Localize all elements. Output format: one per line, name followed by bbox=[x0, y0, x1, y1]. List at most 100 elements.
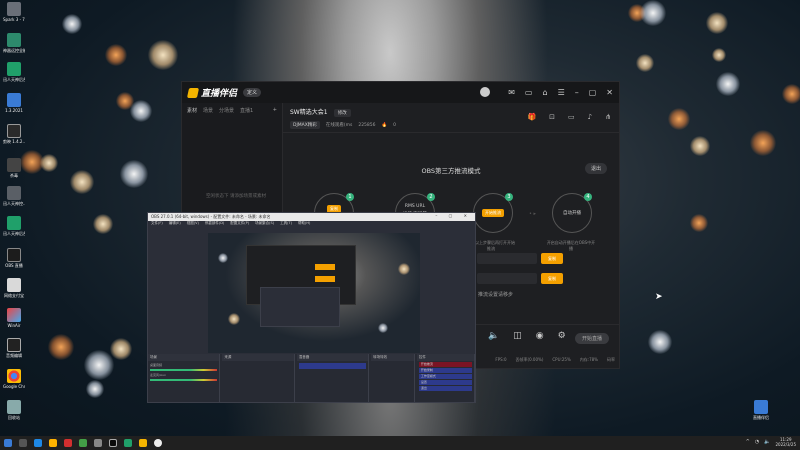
menu-help[interactable]: 帮助(H) bbox=[298, 221, 310, 227]
app-icon bbox=[7, 186, 21, 200]
bokeh-light bbox=[640, 0, 666, 26]
desktop-icon[interactable]: 剪映 1.4.2... bbox=[3, 124, 25, 144]
desktop-icon[interactable]: Spark 3 - 7.3.0 (U... bbox=[3, 2, 25, 22]
clock[interactable]: 11:29 2022/3/25 bbox=[775, 437, 796, 447]
obs-preview[interactable] bbox=[208, 233, 420, 353]
stream-key-field[interactable] bbox=[477, 273, 537, 284]
app-icon[interactable] bbox=[154, 439, 162, 447]
start-icon[interactable] bbox=[4, 439, 12, 447]
copy-key-button-2[interactable]: 复制 bbox=[541, 273, 563, 284]
version-badge[interactable]: 定义 bbox=[243, 88, 262, 97]
desktop-icon[interactable]: 杀毒 bbox=[3, 158, 25, 178]
tab-material[interactable]: 素材 bbox=[187, 107, 197, 114]
taskbar bbox=[0, 436, 800, 450]
desktop-icon[interactable]: 神器远控全能机 bbox=[3, 33, 25, 53]
window-controls: ✉ ▭ ⌂ ☰ – ▢ ✕ bbox=[480, 87, 613, 97]
desktop-icon[interactable]: 回收站 bbox=[3, 400, 25, 420]
desktop-icon[interactable]: Google Chrome bbox=[3, 369, 25, 389]
menu-tools[interactable]: 工具(T) bbox=[280, 221, 292, 227]
dropframe-stat: 丢帧率(0.00%) bbox=[515, 357, 544, 362]
start-recording-button[interactable]: 开始录制 bbox=[418, 368, 472, 373]
tray-arrow-icon[interactable]: ^ bbox=[746, 439, 750, 445]
obs-menubar: 文件(F) 编辑(E) 视图(V) 停靠部件(D) 配置文件(P) 场景集合(S… bbox=[148, 221, 475, 227]
window-icon[interactable]: ▭ bbox=[568, 113, 575, 121]
desktop-icon[interactable]: WinAir bbox=[3, 308, 25, 328]
mail-icon[interactable]: ✉ bbox=[508, 88, 515, 97]
camera-icon[interactable]: ◫ bbox=[513, 331, 522, 341]
menu-docks[interactable]: 停靠部件(D) bbox=[205, 221, 224, 227]
desktop-icon[interactable]: 迅人天神控... bbox=[3, 186, 25, 206]
live-companion-icon[interactable] bbox=[139, 439, 147, 447]
category-tag[interactable]: DJMAX精彩 bbox=[290, 121, 320, 129]
gift-icon[interactable]: ⌂ bbox=[542, 88, 547, 97]
dock-title: 场景 bbox=[148, 354, 220, 361]
empty-hint: 空闲状态下 请添加场景或素材 bbox=[206, 194, 266, 199]
app-title: 直播伴侣 bbox=[201, 89, 238, 99]
nested-obs bbox=[260, 287, 340, 327]
menu-file[interactable]: 文件(F) bbox=[151, 221, 163, 227]
desktop-icon[interactable]: 直播伴侣 bbox=[750, 400, 772, 420]
folder-icon[interactable] bbox=[49, 439, 57, 447]
desktop-icon[interactable]: 迅人天神后台方式 - 视频... bbox=[3, 216, 25, 236]
bell-icon[interactable]: ♪ bbox=[588, 113, 592, 121]
edit-button[interactable]: 修改 bbox=[333, 109, 351, 117]
network-icon[interactable]: ◔ bbox=[755, 439, 759, 445]
tab-subscene[interactable]: 分场景 bbox=[219, 107, 234, 114]
exit-button[interactable]: 退出 bbox=[584, 163, 607, 174]
mouse-cursor-icon: ➤ bbox=[655, 292, 663, 302]
app-icon[interactable] bbox=[79, 439, 87, 447]
mixer-selected-row[interactable] bbox=[298, 363, 367, 369]
minimize-icon[interactable]: – bbox=[575, 88, 579, 97]
app-icon bbox=[754, 400, 768, 414]
desktop-icon[interactable]: 1.3.2021 bbox=[3, 93, 25, 113]
system-tray: ^ ◔ 🔈 11:29 2022/3/25 bbox=[746, 437, 796, 447]
dock-title: 控件 bbox=[416, 354, 474, 361]
menu-icon[interactable]: ☰ bbox=[558, 88, 565, 97]
desktop-icon[interactable]: 音频编辑 bbox=[3, 338, 25, 358]
exit-obs-button[interactable]: 退出 bbox=[418, 386, 472, 391]
maximize-icon[interactable]: ▢ bbox=[589, 88, 597, 97]
menu-scene-collection[interactable]: 场景集合(S) bbox=[255, 221, 274, 227]
panel-icon[interactable]: ▭ bbox=[525, 88, 533, 97]
tab-live1[interactable]: 直播1 bbox=[240, 107, 253, 114]
obs-window-controls[interactable]: – ▢ ✕ bbox=[435, 213, 472, 218]
eye-icon[interactable]: ◉ bbox=[536, 331, 544, 341]
speaker-icon[interactable]: 🔈 bbox=[488, 331, 499, 341]
share-icon[interactable]: ⋔ bbox=[605, 113, 611, 121]
scene-tabs: 素材 场景 分场景 直播1 + bbox=[182, 103, 282, 118]
likes-count: 0 bbox=[393, 122, 396, 128]
obs-icon[interactable] bbox=[109, 439, 117, 447]
desktop-icon[interactable]: OBS 直播 bbox=[3, 248, 25, 268]
app-icon[interactable] bbox=[64, 439, 72, 447]
app-icon bbox=[7, 62, 21, 76]
app-icon[interactable] bbox=[94, 439, 102, 447]
search-icon[interactable] bbox=[19, 439, 27, 447]
menu-edit[interactable]: 编辑(E) bbox=[169, 221, 181, 227]
app-icon[interactable] bbox=[124, 439, 132, 447]
edge-icon[interactable] bbox=[34, 439, 42, 447]
tab-scene[interactable]: 场景 bbox=[203, 107, 213, 114]
menu-view[interactable]: 视图(V) bbox=[187, 221, 199, 227]
lock-icon[interactable]: ⊡ bbox=[549, 113, 555, 121]
audio-desktop-label: 桌面音频 bbox=[150, 363, 163, 367]
start-streaming-button[interactable]: 开始推流 bbox=[418, 362, 472, 367]
gift-box-icon[interactable]: 🎁 bbox=[527, 113, 536, 121]
settings-icon[interactable]: ⚙ bbox=[558, 331, 566, 341]
start-push-button[interactable]: 开始推流 bbox=[482, 209, 504, 217]
app-icon bbox=[7, 93, 21, 107]
viewers-label: 在线观看(ms bbox=[325, 123, 353, 128]
menu-profile[interactable]: 配置文件(P) bbox=[230, 221, 249, 227]
desktop-icon[interactable]: 网络支付宝 bbox=[3, 278, 25, 298]
studio-mode-button[interactable]: 工作室模式 bbox=[418, 374, 472, 379]
audio-mic-label: 麦克风/Aux bbox=[150, 373, 166, 377]
add-tab-button[interactable]: + bbox=[273, 107, 277, 114]
close-icon[interactable]: ✕ bbox=[606, 88, 613, 97]
step-4-label: 自动开播 bbox=[563, 211, 581, 216]
avatar[interactable] bbox=[480, 87, 491, 97]
desktop-icon[interactable]: 迅人天神后台方式 - 直播... bbox=[3, 62, 25, 82]
start-live-button[interactable]: 开始直播 bbox=[574, 333, 609, 344]
volume-icon[interactable]: 🔈 bbox=[764, 439, 770, 445]
settings-button[interactable]: 设置 bbox=[418, 380, 472, 385]
server-url-field[interactable] bbox=[477, 253, 537, 264]
copy-url-button[interactable]: 复制 bbox=[541, 253, 563, 264]
